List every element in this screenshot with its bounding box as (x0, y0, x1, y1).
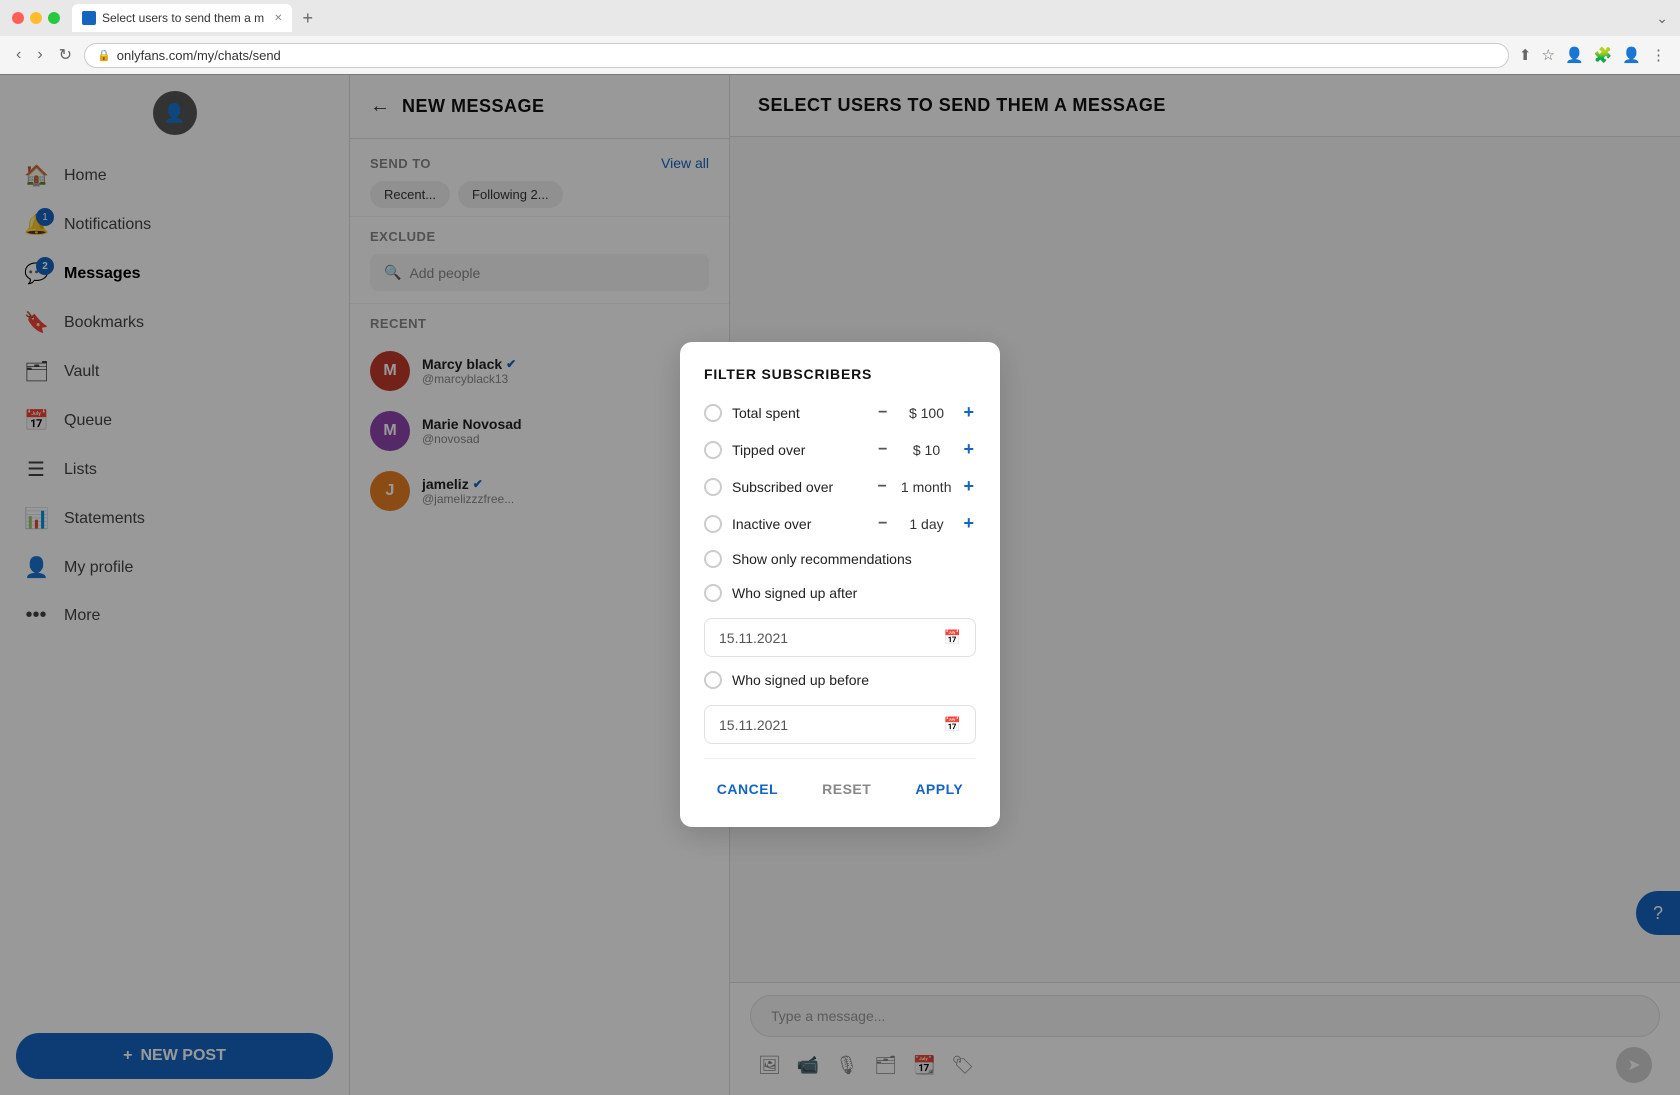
tab-favicon (82, 11, 96, 25)
filter-value-tipped-over: $ 10 (901, 442, 951, 458)
window-controls: ⌄ (1656, 10, 1668, 27)
filter-checkbox-signed-up-before[interactable] (704, 671, 722, 689)
browser-toolbar: ‹ › ↻ 🔒 onlyfans.com/my/chats/send ⬆ ☆ 👤… (0, 36, 1680, 74)
tab-close-button[interactable]: ✕ (274, 13, 282, 24)
modal-footer: CANCEL RESET APPLY (704, 758, 976, 803)
forward-button[interactable]: › (33, 44, 46, 66)
filter-minus-inactive-over[interactable]: − (874, 515, 891, 533)
filter-label-signed-up-after: Who signed up after (732, 585, 976, 601)
refresh-button[interactable]: ↻ (55, 43, 76, 67)
lock-icon: 🔒 (97, 49, 111, 62)
filter-plus-total-spent[interactable]: + (961, 402, 976, 423)
filter-row-signed-up-before: Who signed up before (704, 671, 976, 689)
filter-subscribers-modal: FILTER SUBSCRIBERS Total spent − $ 100 +… (680, 342, 1000, 827)
calendar-icon-after: 📅 (944, 629, 961, 646)
url-text: onlyfans.com/my/chats/send (117, 48, 281, 63)
tab-bar: Select users to send them a m ✕ + (72, 4, 1656, 32)
browser-chrome: Select users to send them a m ✕ + ⌄ ‹ › … (0, 0, 1680, 75)
filter-label-recommendations: Show only recommendations (732, 551, 976, 567)
filter-radio-inactive-over[interactable] (704, 515, 722, 533)
filter-checkbox-recommendations[interactable] (704, 550, 722, 568)
filter-row-total-spent: Total spent − $ 100 + (704, 402, 976, 423)
toolbar-actions: ⬆ ☆ 👤 🧩 👤 ⋮ (1517, 44, 1668, 66)
bookmark-icon[interactable]: ☆ (1539, 44, 1556, 66)
maximize-window-button[interactable] (48, 12, 60, 24)
share-icon[interactable]: ⬆ (1517, 44, 1534, 66)
filter-value-subscribed-over: 1 month (901, 479, 952, 495)
apply-button[interactable]: APPLY (903, 775, 975, 803)
account-icon[interactable]: 👤 (1620, 44, 1643, 66)
tab-title: Select users to send them a m (102, 11, 264, 25)
filter-radio-total-spent[interactable] (704, 404, 722, 422)
back-button[interactable]: ‹ (12, 44, 25, 66)
menu-icon[interactable]: ⋮ (1649, 44, 1668, 66)
filter-value-inactive-over: 1 day (901, 516, 951, 532)
filter-row-tipped-over: Tipped over − $ 10 + (704, 439, 976, 460)
cancel-button[interactable]: CANCEL (705, 775, 790, 803)
modal-title: FILTER SUBSCRIBERS (704, 366, 976, 382)
date-value-before: 15.11.2021 (719, 717, 788, 733)
date-input-before[interactable]: 15.11.2021 📅 (704, 705, 976, 744)
filter-label-tipped-over: Tipped over (732, 442, 864, 458)
minimize-window-button[interactable] (30, 12, 42, 24)
filter-radio-subscribed-over[interactable] (704, 478, 722, 496)
filter-value-total-spent: $ 100 (901, 405, 951, 421)
filter-label-subscribed-over: Subscribed over (732, 479, 864, 495)
traffic-lights (12, 12, 60, 24)
close-window-button[interactable] (12, 12, 24, 24)
new-tab-button[interactable]: + (296, 8, 319, 29)
modal-overlay: FILTER SUBSCRIBERS Total spent − $ 100 +… (0, 74, 1680, 1095)
filter-radio-tipped-over[interactable] (704, 441, 722, 459)
filter-label-signed-up-before: Who signed up before (732, 672, 976, 688)
extensions-icon[interactable]: 🧩 (1592, 44, 1615, 66)
filter-row-inactive-over: Inactive over − 1 day + (704, 513, 976, 534)
filter-minus-subscribed-over[interactable]: − (874, 478, 891, 496)
filter-minus-tipped-over[interactable]: − (874, 441, 891, 459)
filter-row-subscribed-over: Subscribed over − 1 month + (704, 476, 976, 497)
filter-checkbox-signed-up-after[interactable] (704, 584, 722, 602)
browser-titlebar: Select users to send them a m ✕ + ⌄ (0, 0, 1680, 36)
filter-label-total-spent: Total spent (732, 405, 864, 421)
filter-plus-subscribed-over[interactable]: + (961, 476, 976, 497)
filter-minus-total-spent[interactable]: − (874, 404, 891, 422)
active-tab[interactable]: Select users to send them a m ✕ (72, 4, 292, 32)
filter-row-signed-up-after: Who signed up after (704, 584, 976, 602)
calendar-icon-before: 📅 (944, 716, 961, 733)
date-input-after[interactable]: 15.11.2021 📅 (704, 618, 976, 657)
filter-label-inactive-over: Inactive over (732, 516, 864, 532)
filter-plus-inactive-over[interactable]: + (961, 513, 976, 534)
address-bar[interactable]: 🔒 onlyfans.com/my/chats/send (84, 43, 1509, 68)
filter-row-recommendations: Show only recommendations (704, 550, 976, 568)
reset-button[interactable]: RESET (810, 775, 883, 803)
profile-icon[interactable]: 👤 (1563, 44, 1586, 66)
date-value-after: 15.11.2021 (719, 630, 788, 646)
filter-plus-tipped-over[interactable]: + (961, 439, 976, 460)
